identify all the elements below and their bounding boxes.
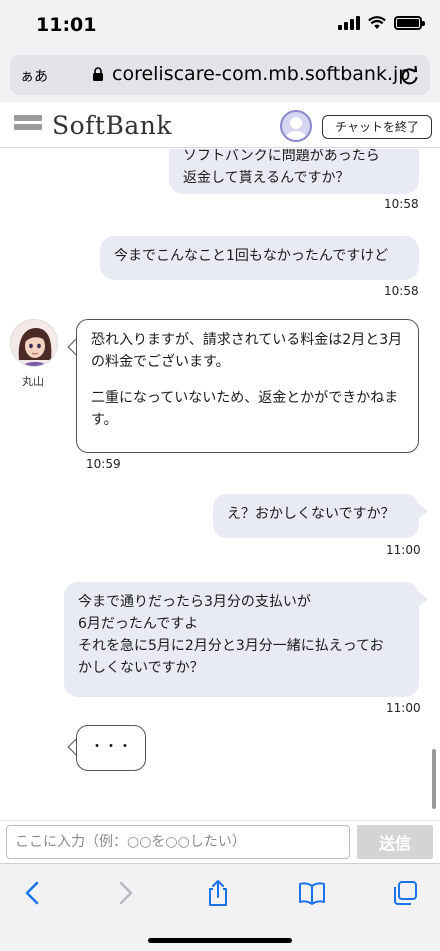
agent-avatar — [10, 319, 58, 367]
message-line: 返金して貰えるんですか？ — [183, 170, 350, 186]
message-time: 10:58 — [384, 197, 419, 211]
message-input[interactable] — [6, 825, 350, 859]
softbank-logo-icon — [14, 115, 42, 137]
agent-name: 丸山 — [22, 375, 44, 388]
message-time: 10:58 — [384, 284, 419, 298]
home-indicator — [148, 938, 292, 943]
message-line: ソフトバンクに問題があったら — [183, 149, 380, 164]
status-bar: 11:01 — [0, 0, 440, 50]
address-bar[interactable]: ぁあ coreliscare-com.mb.softbank.jp — [10, 55, 430, 95]
user-bubble-tail — [418, 591, 428, 607]
browser-toolbar — [0, 863, 440, 951]
chat-log[interactable]: ソフトバンクに問題があったら 返金して貰えるんですか？ 10:58 今までこんな… — [0, 149, 440, 819]
message-time: 11:00 — [386, 543, 421, 557]
message-line: かしくないですか？ — [78, 660, 204, 676]
wifi-icon — [368, 16, 386, 29]
message-line: それを急に5月に2月分と3月分一緒に払えってお — [78, 638, 384, 654]
tabs-icon[interactable] — [390, 878, 420, 908]
user-avatar-icon[interactable] — [280, 110, 312, 142]
cellular-signal-icon — [338, 16, 360, 30]
reload-icon[interactable] — [400, 64, 420, 86]
message-line: え？おかしくないですか？ — [227, 506, 395, 522]
message-paragraph: 恐れ入りますが、請求されている料金は2月と3月の料金でございます。 — [91, 332, 403, 370]
chat-scrollbar[interactable] — [432, 749, 436, 809]
message-composer: 送信 — [0, 820, 440, 862]
end-chat-button[interactable]: チャットを終了 — [322, 115, 432, 139]
share-icon[interactable] — [203, 878, 233, 908]
status-icons — [338, 16, 425, 30]
message-line: 今まで通りだったら3月分の支払いが — [78, 594, 311, 610]
user-message: ソフトバンクに問題があったら 返金して貰えるんですか？ — [169, 149, 419, 194]
user-message: 今まで通りだったら3月分の支払いが 6月だったんですよ それを急に5月に2月分と… — [64, 582, 419, 697]
message-paragraph: 二重になっていないため、返金とかができかねます。 — [91, 390, 399, 428]
typing-indicator: ・・・ — [76, 725, 146, 771]
back-icon[interactable] — [18, 878, 48, 908]
site-header: SoftBank チャットを終了 — [0, 103, 440, 148]
user-message: 今までこんなこと1回もなかったんですけど — [100, 236, 419, 280]
battery-icon — [394, 16, 425, 30]
forward-icon[interactable] — [110, 878, 140, 908]
brand-name: SoftBank — [52, 111, 173, 140]
message-time: 11:00 — [386, 701, 421, 715]
message-line: 6月だったんですよ — [78, 616, 199, 632]
url-text[interactable]: coreliscare-com.mb.softbank.jp — [112, 63, 410, 85]
reader-aa-button[interactable]: ぁあ — [20, 66, 48, 86]
status-time: 11:01 — [36, 14, 97, 36]
browser-address-area: ぁあ coreliscare-com.mb.softbank.jp — [0, 50, 440, 102]
user-message: え？おかしくないですか？ — [213, 494, 419, 538]
user-bubble-tail — [418, 503, 428, 519]
send-button[interactable]: 送信 — [357, 825, 433, 859]
message-line: 今までこんなこと1回もなかったんですけど — [114, 248, 389, 264]
typing-dots: ・・・ — [90, 739, 132, 755]
lock-icon — [93, 67, 103, 81]
message-time: 10:59 — [86, 457, 121, 471]
bookmarks-icon[interactable] — [297, 878, 327, 908]
agent-message: 恐れ入りますが、請求されている料金は2月と3月の料金でございます。 二重になって… — [76, 319, 419, 453]
